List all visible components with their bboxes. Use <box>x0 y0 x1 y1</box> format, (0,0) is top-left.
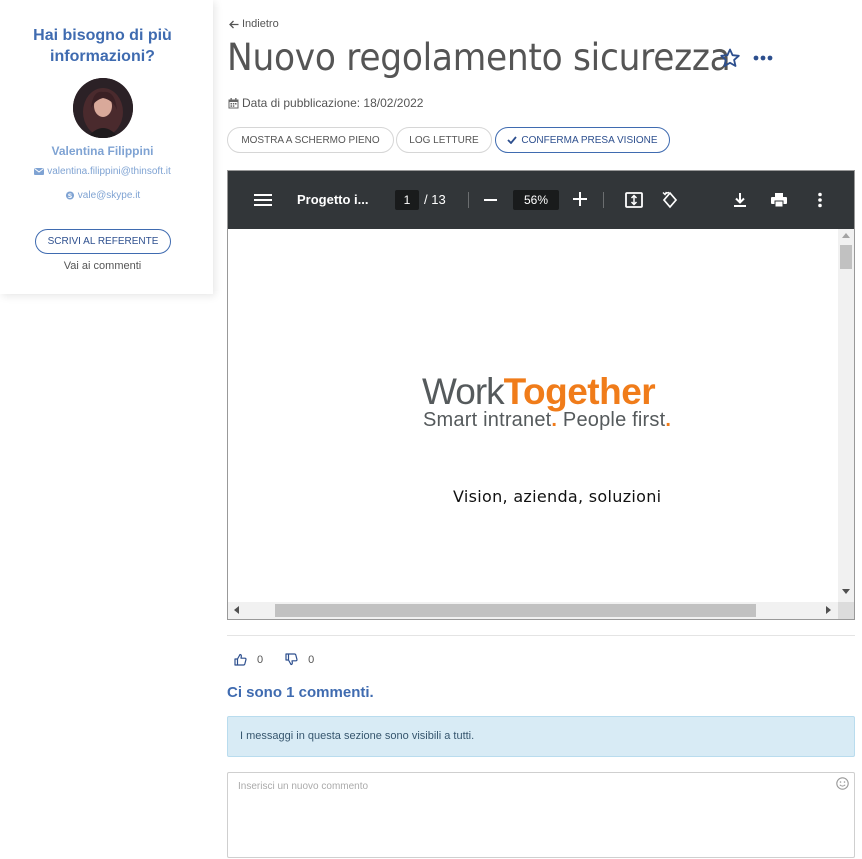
pdf-subtitle: Vision, azienda, soluzioni <box>453 487 662 506</box>
skype-icon: S <box>65 191 74 200</box>
reading-log-button[interactable]: LOG LETTURE <box>396 127 492 153</box>
arrow-left-icon <box>229 20 239 28</box>
referent-skype-text: vale@skype.it <box>77 190 141 201</box>
scrollbar-corner <box>838 602 854 619</box>
divider <box>227 635 855 636</box>
help-title-line2: informazioni? <box>50 48 155 65</box>
svg-text:S: S <box>68 193 73 200</box>
confirm-viewed-label: CONFERMA PRESA VISIONE <box>521 134 658 146</box>
pdf-document-title: Progetto i... <box>297 192 369 207</box>
referent-skype[interactable]: S vale@skype.it <box>0 190 205 201</box>
worktogether-logo: WorkTogether <box>422 371 656 413</box>
thumbs-down-icon <box>285 653 298 666</box>
page-title: Nuovo regolamento sicurezza <box>227 36 731 79</box>
logo-together-text: Together <box>503 371 656 412</box>
tagline-part-b: People first <box>557 409 666 431</box>
comments-info-alert: I messaggi in questa sezione sono visibi… <box>227 716 855 757</box>
zoom-in-icon[interactable] <box>573 192 587 206</box>
pdf-total-pages: / 13 <box>424 192 446 207</box>
pdf-page-input[interactable]: 1 <box>395 190 419 210</box>
tagline-dot: . <box>665 409 672 431</box>
fit-page-icon[interactable] <box>624 190 644 210</box>
back-label: Indietro <box>242 18 279 30</box>
pdf-toolbar: Progetto i... 1 / 13 56% <box>228 171 854 229</box>
emoji-icon[interactable] <box>836 777 849 790</box>
horizontal-scrollbar[interactable] <box>228 602 838 619</box>
reactions-bar: 0 0 <box>234 653 336 666</box>
new-comment-input[interactable] <box>227 772 855 858</box>
go-to-comments-link[interactable]: Vai ai commenti <box>0 260 205 272</box>
zoom-out-icon[interactable] <box>484 199 497 201</box>
pdf-viewer[interactable]: Progetto i... 1 / 13 56% WorkTogether Sm… <box>227 170 855 620</box>
logo-work-text: Work <box>422 371 505 412</box>
menu-icon[interactable] <box>254 193 272 207</box>
help-title-line1: Hai bisogno di più <box>33 27 172 44</box>
referent-name: Valentina Filippini <box>51 144 154 158</box>
rotate-icon[interactable] <box>660 190 680 210</box>
avatar-image <box>73 78 133 138</box>
publication-date-text: Data di pubblicazione: 18/02/2022 <box>242 96 424 110</box>
toolbar-separator <box>468 192 469 208</box>
referent-card: Hai bisogno di più informazioni? Valenti… <box>0 0 213 294</box>
like-count: 0 <box>257 653 264 666</box>
pdf-zoom-input[interactable]: 56% <box>513 190 559 210</box>
scroll-left-arrow[interactable] <box>234 606 239 614</box>
scroll-right-arrow[interactable] <box>826 606 831 614</box>
comments-count: Ci sono 1 commenti. <box>227 684 374 701</box>
publication-date: Data di pubblicazione: 18/02/2022 <box>228 96 423 110</box>
fullscreen-button[interactable]: MOSTRA A SCHERMO PIENO <box>227 127 394 153</box>
more-vertical-icon[interactable] <box>810 190 830 210</box>
scroll-up-arrow[interactable] <box>842 233 850 238</box>
more-options-icon[interactable] <box>752 50 774 66</box>
referent-email-text: valentina.filippini@thinsoft.it <box>47 166 171 177</box>
vertical-scroll-thumb[interactable] <box>840 245 852 269</box>
write-to-referent-button[interactable]: SCRIVI AL REFERENTE <box>35 229 171 254</box>
check-icon <box>507 136 518 144</box>
calendar-icon <box>228 97 239 108</box>
print-icon[interactable] <box>769 190 789 210</box>
logo-tagline: Smart intranet. People first. <box>423 409 671 432</box>
toolbar-separator <box>603 192 604 208</box>
thumbs-up-icon <box>234 653 247 666</box>
like-button[interactable]: 0 <box>234 653 263 666</box>
dislike-count: 0 <box>308 653 315 666</box>
tagline-part-a: Smart intranet <box>423 409 552 431</box>
avatar <box>73 78 133 138</box>
download-icon[interactable] <box>730 190 750 210</box>
back-link[interactable]: Indietro <box>229 18 279 30</box>
referent-email[interactable]: valentina.filippini@thinsoft.it <box>0 166 205 177</box>
envelope-icon <box>34 168 45 175</box>
pdf-page-content: WorkTogether Smart intranet. People firs… <box>228 229 838 602</box>
horizontal-scroll-thumb[interactable] <box>275 604 756 617</box>
help-title: Hai bisogno di più informazioni? <box>0 25 205 67</box>
vertical-scrollbar[interactable] <box>838 229 854 602</box>
confirm-viewed-button[interactable]: CONFERMA PRESA VISIONE <box>495 127 670 153</box>
scroll-down-arrow[interactable] <box>842 589 850 594</box>
dislike-button[interactable]: 0 <box>285 653 314 666</box>
star-icon[interactable] <box>719 47 741 69</box>
